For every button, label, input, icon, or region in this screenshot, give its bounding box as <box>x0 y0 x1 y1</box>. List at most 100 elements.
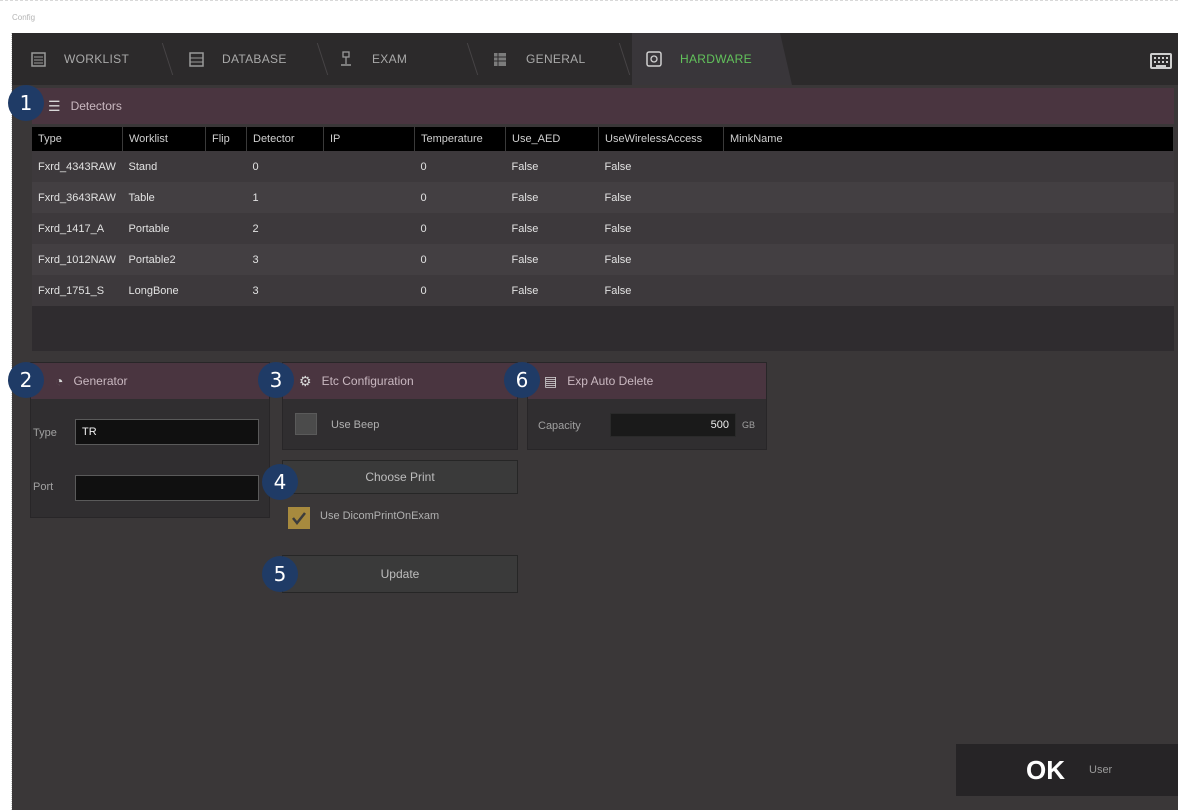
table-cell <box>205 213 247 244</box>
tab-exam[interactable]: EXAM <box>338 33 407 85</box>
column-header[interactable]: Detector <box>246 127 324 151</box>
generator-icon: ◔ <box>55 373 64 389</box>
detectors-header: ☰ Detectors <box>32 88 1174 124</box>
table-cell <box>205 182 247 213</box>
callout-badge: 6 <box>504 362 540 398</box>
table-cell: Fxrd_3643RAW <box>32 182 123 213</box>
generator-header: ◔ Generator <box>31 363 269 399</box>
table-cell <box>323 275 415 306</box>
column-header[interactable]: Flip <box>205 127 247 151</box>
table-cell: Fxrd_1751_S <box>32 275 123 306</box>
generator-type-label: Type <box>33 427 57 439</box>
table-row[interactable]: Fxrd_4343RAW Stand 0 0 False False <box>32 151 1174 182</box>
tab-worklist[interactable]: WORKLIST <box>30 33 129 85</box>
tab-general[interactable]: GENERAL <box>492 33 585 85</box>
capacity-label: Capacity <box>538 420 581 432</box>
table-cell <box>205 275 247 306</box>
checkmark-icon <box>292 512 306 526</box>
table-cell: False <box>598 244 724 275</box>
ok-bar: OK User <box>956 744 1178 796</box>
auto-delete-title: Exp Auto Delete <box>567 374 654 388</box>
generator-title: Generator <box>73 374 128 388</box>
auto-delete-panel: ▤ Exp Auto Delete Capacity 500 GB <box>527 362 767 450</box>
table-cell <box>205 151 247 182</box>
table-cell: 0 <box>414 213 506 244</box>
tab-separator <box>316 43 329 75</box>
tab-separator <box>161 43 174 75</box>
window-title: Config <box>12 13 36 22</box>
table-cell: Portable2 <box>122 244 206 275</box>
table-cell: Fxrd_1012NAW <box>32 244 123 275</box>
table-cell: 0 <box>414 275 506 306</box>
list-icon <box>30 51 46 67</box>
tab-database[interactable]: DATABASE <box>188 33 287 85</box>
table-cell <box>323 151 415 182</box>
document-icon: ▤ <box>544 372 558 389</box>
column-header[interactable]: UseWirelessAccess <box>598 127 724 151</box>
column-header[interactable]: Type <box>32 127 123 151</box>
choose-print-button[interactable]: Choose Print <box>282 460 518 494</box>
table-cell: False <box>505 151 599 182</box>
keyboard-icon[interactable] <box>1150 53 1172 69</box>
column-header[interactable]: Worklist <box>122 127 206 151</box>
table-cell: Portable <box>122 213 206 244</box>
table-row[interactable]: Fxrd_3643RAW Table 1 0 False False <box>32 182 1174 213</box>
etc-configuration-panel: ⚙ Etc Configuration Use Beep <box>282 362 518 450</box>
tab-worklist-label: WORKLIST <box>64 52 130 66</box>
table-cell: 0 <box>414 244 506 275</box>
table-cell: 0 <box>246 151 324 182</box>
table-cell: 1 <box>246 182 324 213</box>
table-cell: Stand <box>122 151 206 182</box>
detectors-table: Type Worklist Flip Detector IP Temperatu… <box>32 127 1174 351</box>
table-cell: Table <box>122 182 206 213</box>
column-header[interactable]: MinkName <box>723 127 1174 151</box>
table-row[interactable]: Fxrd_1012NAW Portable2 3 0 False False <box>32 244 1174 275</box>
use-beep-checkbox[interactable] <box>295 413 317 435</box>
etc-configuration-title: Etc Configuration <box>321 374 414 388</box>
tab-separator <box>618 43 631 75</box>
table-row[interactable]: Fxrd_1417_A Portable 2 0 False False <box>32 213 1174 244</box>
grid-icon <box>492 51 508 67</box>
use-dicom-print-label: Use DicomPrintOnExam <box>320 510 440 522</box>
tab-hardware[interactable]: HARDWARE <box>632 33 792 85</box>
table-cell: False <box>598 182 724 213</box>
user-label: User <box>1089 764 1113 776</box>
capacity-input[interactable]: 500 <box>610 413 736 437</box>
tab-general-label: GENERAL <box>526 52 586 66</box>
table-cell <box>323 244 415 275</box>
generator-port-input[interactable] <box>75 475 259 501</box>
table-cell: 0 <box>414 182 506 213</box>
window-left-border <box>0 33 12 810</box>
table-cell: False <box>598 275 724 306</box>
table-cell <box>723 182 1174 213</box>
table-cell: False <box>505 213 599 244</box>
table-cell: False <box>505 182 599 213</box>
use-dicom-print-checkbox[interactable] <box>288 507 310 529</box>
list-icon: ☰ <box>48 97 61 114</box>
update-button[interactable]: Update <box>282 555 518 593</box>
table-cell: 0 <box>414 151 506 182</box>
table-cell <box>205 244 247 275</box>
generator-type-input[interactable]: TR <box>75 419 259 445</box>
detectors-title: Detectors <box>70 99 122 113</box>
tab-bar: WORKLIST DATABASE EXAM GENERAL HARDWARE <box>12 33 1178 85</box>
table-cell: 2 <box>246 213 324 244</box>
table-cell: Fxrd_4343RAW <box>32 151 123 182</box>
ok-button[interactable]: OK <box>1026 755 1065 786</box>
column-header[interactable]: IP <box>323 127 415 151</box>
table-cell: LongBone <box>122 275 206 306</box>
table-cell <box>323 182 415 213</box>
callout-badge: 5 <box>262 556 298 592</box>
etc-configuration-header: ⚙ Etc Configuration <box>283 363 517 399</box>
column-header[interactable]: Temperature <box>414 127 506 151</box>
generator-port-label: Port <box>33 481 54 493</box>
tab-hardware-label: HARDWARE <box>680 52 752 66</box>
table-row[interactable]: Fxrd_1751_S LongBone 3 0 False False <box>32 275 1174 306</box>
table-cell: False <box>505 275 599 306</box>
table-cell <box>723 244 1174 275</box>
table-cell <box>723 213 1174 244</box>
table-cell <box>323 213 415 244</box>
column-header[interactable]: Use_AED <box>505 127 599 151</box>
config-window: WORKLIST DATABASE EXAM GENERAL HARDWARE … <box>12 33 1178 810</box>
use-beep-label: Use Beep <box>331 419 380 431</box>
